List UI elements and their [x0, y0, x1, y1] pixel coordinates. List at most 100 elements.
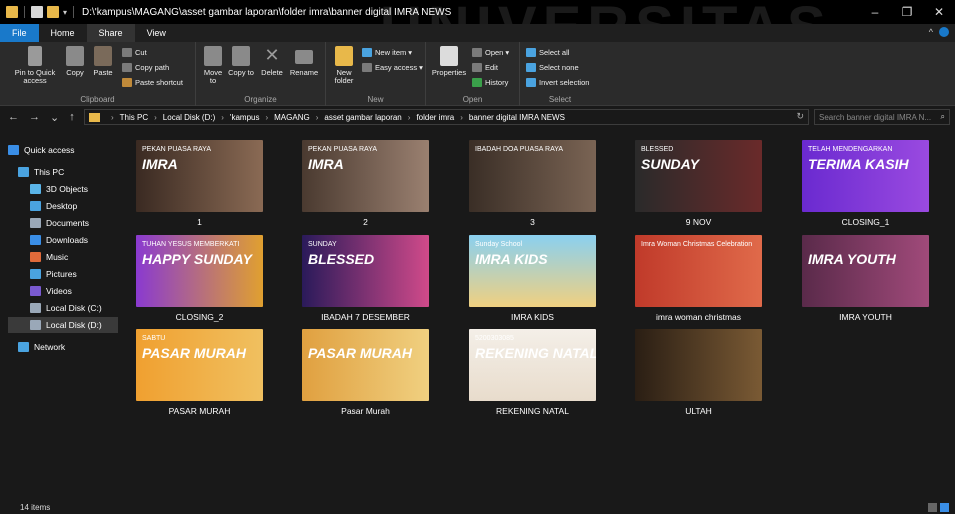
sidebar-item-3d-objects[interactable]: 3D Objects: [8, 181, 118, 197]
sidebar-item-this-pc[interactable]: This PC: [8, 164, 118, 180]
chevron-right-icon: ›: [407, 112, 411, 122]
properties-button[interactable]: Properties: [430, 46, 468, 77]
paste-shortcut-button[interactable]: Paste shortcut: [122, 78, 183, 87]
file-name[interactable]: imra woman christmas: [635, 312, 762, 322]
file-name[interactable]: IMRA KIDS: [469, 312, 596, 322]
new-folder-quick-icon[interactable]: [47, 6, 59, 18]
search-input[interactable]: Search banner digital IMRA N... ⌕: [814, 109, 950, 125]
file-name[interactable]: Pasar Murah: [302, 406, 429, 416]
tab-share[interactable]: Share: [86, 24, 135, 42]
file-name[interactable]: REKENING NATAL: [469, 406, 596, 416]
file-thumbnail[interactable]: SABTU PASAR MURAH: [136, 329, 263, 401]
file-thumbnail[interactable]: [635, 329, 762, 401]
edit-button[interactable]: Edit: [472, 63, 498, 72]
customize-toolbar-icon[interactable]: ▾: [63, 8, 67, 17]
thumbnail-headline: SUNDAY: [641, 156, 700, 172]
file-name[interactable]: IMRA YOUTH: [802, 312, 929, 322]
file-thumbnail[interactable]: PEKAN PUASA RAYA IMRA: [302, 140, 429, 212]
file-name[interactable]: 3: [469, 217, 596, 227]
file-thumbnail[interactable]: PASAR MURAH: [302, 329, 429, 401]
pin-quick-access-button[interactable]: Pin to Quick access: [10, 46, 60, 85]
expand-ribbon-icon[interactable]: ^: [929, 27, 933, 37]
file-name[interactable]: 2: [302, 217, 429, 227]
file-thumbnail[interactable]: TUHAN YESUS MEMBERKATI HAPPY SUNDAY: [136, 235, 263, 307]
chevron-right-icon: ›: [154, 112, 157, 122]
tab-file[interactable]: File: [0, 24, 39, 42]
properties-quick-icon[interactable]: [31, 6, 43, 18]
sidebar-item-quick-access[interactable]: Quick access: [8, 142, 118, 158]
easy-access-button[interactable]: Easy access ▾: [362, 63, 423, 72]
file-thumbnail[interactable]: IBADAH DOA PUASA RAYA: [469, 140, 596, 212]
history-button[interactable]: History: [472, 78, 508, 87]
new-folder-button[interactable]: New folder: [330, 46, 358, 85]
sidebar-item-local-disk-c[interactable]: Local Disk (C:): [8, 300, 118, 316]
select-all-button[interactable]: Select all: [526, 48, 569, 57]
file-name[interactable]: CLOSING_2: [136, 312, 263, 322]
scissors-icon: [122, 48, 132, 57]
tab-view[interactable]: View: [135, 24, 178, 42]
breadcrumb-local-disk-d[interactable]: Local Disk (D:): [163, 113, 215, 122]
copy-path-button[interactable]: Copy path: [122, 63, 169, 72]
breadcrumb-banner-digital[interactable]: banner digital IMRA NEWS: [469, 113, 565, 122]
breadcrumb-magang[interactable]: MAGANG: [274, 113, 310, 122]
sidebar-item-desktop[interactable]: Desktop: [8, 198, 118, 214]
breadcrumb-this-pc[interactable]: This PC: [120, 113, 148, 122]
recent-locations-button[interactable]: ⌄: [50, 111, 59, 124]
sidebar-item-network[interactable]: Network: [8, 339, 118, 355]
sidebar-item-label: Downloads: [46, 235, 89, 245]
open-button[interactable]: Open ▾: [472, 48, 509, 57]
file-name[interactable]: 1: [136, 217, 263, 227]
file-thumbnail[interactable]: Imra Woman Christmas Celebration: [635, 235, 762, 307]
address-bar[interactable]: › This PC › Local Disk (D:) › 'kampus › …: [84, 109, 809, 125]
file-thumbnail[interactable]: BLESSED SUNDAY: [635, 140, 762, 212]
cut-button[interactable]: Cut: [122, 48, 147, 57]
forward-button[interactable]: →: [29, 111, 40, 124]
paste-button[interactable]: Paste: [90, 46, 116, 77]
file-thumbnail[interactable]: PEKAN PUASA RAYA IMRA: [136, 140, 263, 212]
sidebar-item-local-disk-d[interactable]: Local Disk (D:): [8, 317, 118, 333]
sidebar-item-documents[interactable]: Documents: [8, 215, 118, 231]
sidebar-item-pictures[interactable]: Pictures: [8, 266, 118, 282]
file-thumbnail[interactable]: TELAH MENDENGARKAN TERIMA KASIH: [802, 140, 929, 212]
copy-to-button[interactable]: Copy to: [228, 46, 254, 77]
rename-label: Rename: [289, 68, 319, 77]
copy-button[interactable]: Copy: [62, 46, 88, 77]
up-button[interactable]: ↑: [69, 111, 75, 124]
file-name[interactable]: 9 NOV: [635, 217, 762, 227]
select-none-button[interactable]: Select none: [526, 63, 579, 72]
close-button[interactable]: ✕: [923, 0, 955, 24]
help-icon[interactable]: [939, 27, 949, 37]
file-name[interactable]: IBADAH 7 DESEMBER: [302, 312, 429, 322]
rename-button[interactable]: Rename: [288, 46, 320, 77]
file-thumbnail[interactable]: Sunday School IMRA KIDS: [469, 235, 596, 307]
sidebar-item-icon: [30, 303, 41, 313]
large-icons-view-icon[interactable]: [940, 503, 949, 512]
file-name[interactable]: CLOSING_1: [802, 217, 929, 227]
details-view-icon[interactable]: [928, 503, 937, 512]
sidebar-item-downloads[interactable]: Downloads: [8, 232, 118, 248]
sidebar-item-videos[interactable]: Videos: [8, 283, 118, 299]
breadcrumb-kampus[interactable]: 'kampus: [230, 113, 260, 122]
copy-path-label: Copy path: [135, 63, 170, 72]
sidebar-item-music[interactable]: Music: [8, 249, 118, 265]
minimize-button[interactable]: –: [859, 0, 891, 24]
back-button[interactable]: ←: [8, 111, 19, 124]
chevron-right-icon: ›: [315, 112, 319, 122]
breadcrumb-folder-imra[interactable]: folder imra: [416, 113, 454, 122]
file-name[interactable]: ULTAH: [635, 406, 762, 416]
refresh-icon[interactable]: ↻: [796, 111, 804, 122]
delete-button[interactable]: ✕ Delete: [258, 46, 286, 77]
file-explorer-window: ▾ D:\'kampus\MAGANG\asset gambar laporan…: [0, 0, 955, 514]
sidebar-item-icon: [30, 201, 41, 211]
file-thumbnail[interactable]: 5200303085 REKENING NATAL 2025: [469, 329, 596, 401]
new-item-button[interactable]: New item ▾: [362, 48, 412, 57]
move-to-button[interactable]: Move to: [200, 46, 226, 85]
file-thumbnail[interactable]: SUNDAY BLESSED: [302, 235, 429, 307]
tab-home[interactable]: Home: [39, 24, 87, 42]
search-icon: ⌕: [940, 112, 945, 121]
breadcrumb-asset-gambar[interactable]: asset gambar laporan: [324, 113, 401, 122]
maximize-button[interactable]: ❐: [891, 0, 923, 24]
invert-selection-button[interactable]: Invert selection: [526, 78, 589, 87]
file-name[interactable]: PASAR MURAH: [136, 406, 263, 416]
file-thumbnail[interactable]: IMRA YOUTH: [802, 235, 929, 307]
